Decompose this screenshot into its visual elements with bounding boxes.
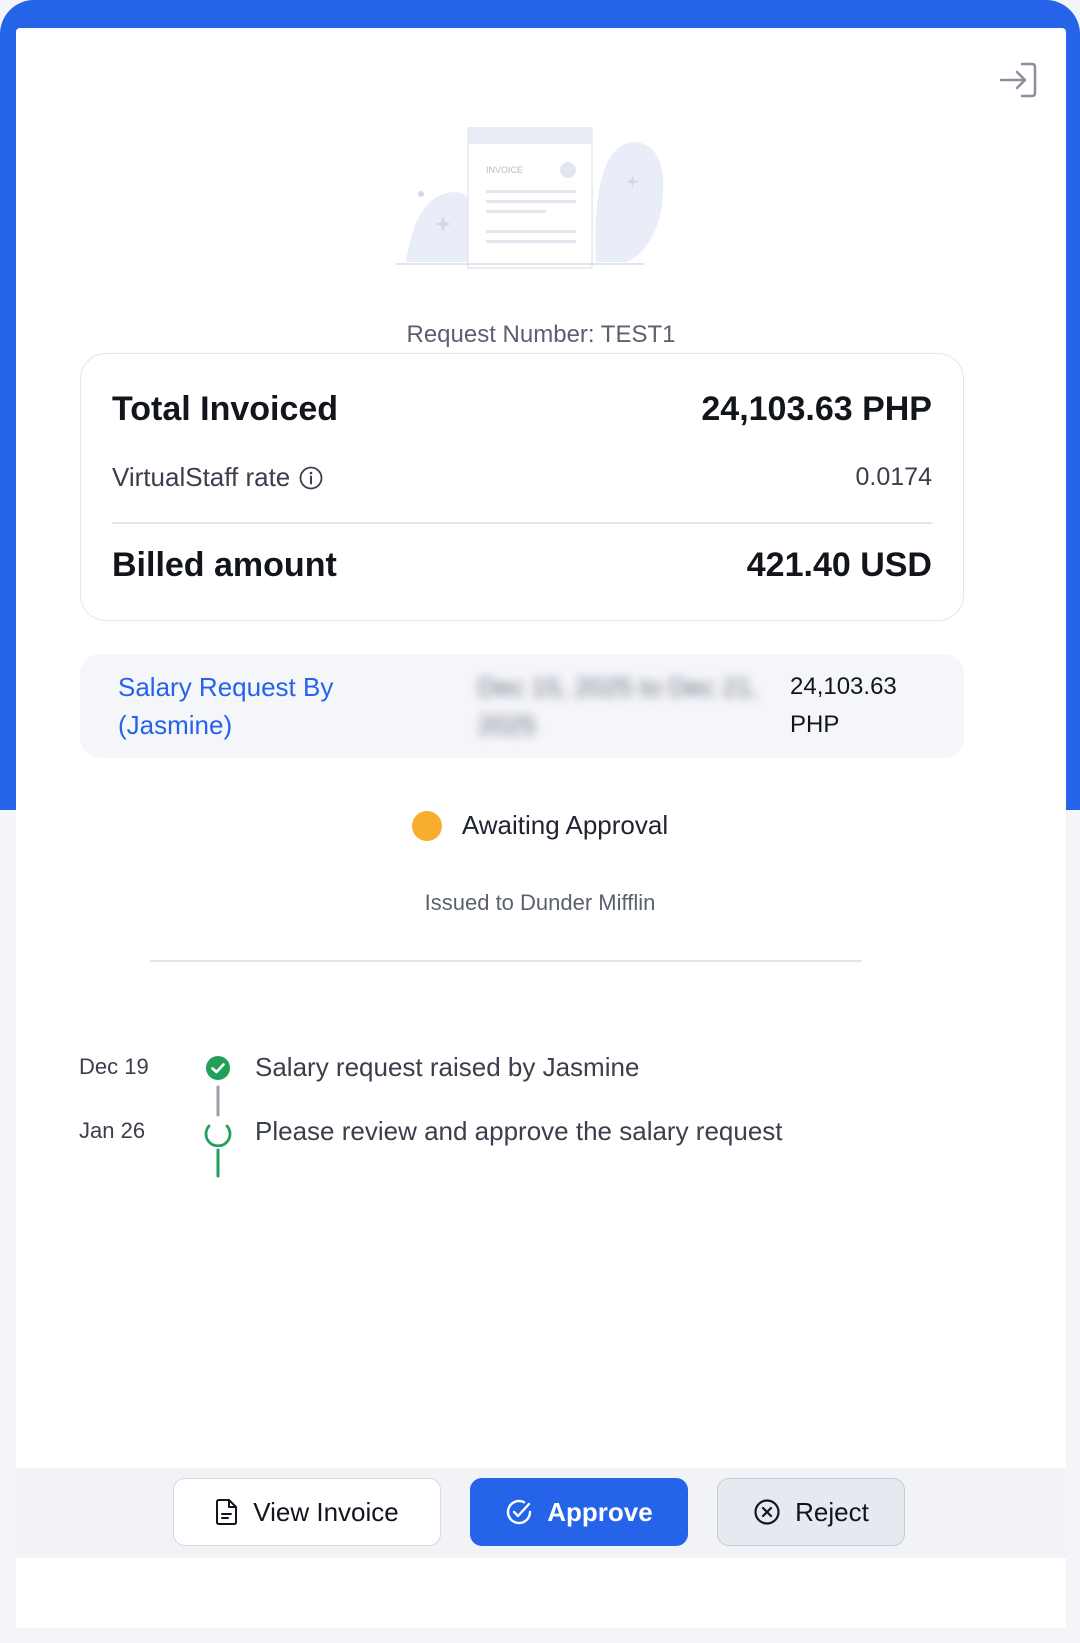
reject-button[interactable]: Reject bbox=[717, 1478, 905, 1546]
invoice-illustration: INVOICE bbox=[396, 127, 664, 269]
invoice-summary-card: Total Invoiced 24,103.63 PHP VirtualStaf… bbox=[80, 353, 964, 621]
status-dot-icon bbox=[411, 810, 442, 841]
document-icon bbox=[216, 1499, 238, 1525]
salary-amount: 24,103.63 PHP bbox=[790, 673, 897, 738]
salary-period: Dec 15, 2025 to Dec 21, 2025 bbox=[478, 672, 759, 740]
salary-request-link[interactable]: Salary Request By (Jasmine) bbox=[118, 668, 418, 744]
check-circle-icon bbox=[206, 1056, 230, 1080]
loading-circle-icon bbox=[204, 1124, 232, 1147]
issued-to-text: Issued to Dunder Mifflin bbox=[424, 890, 656, 915]
info-icon[interactable] bbox=[298, 465, 324, 491]
timeline-date-1: Dec 19 bbox=[79, 1054, 149, 1079]
rate-label-group: VirtualStaff rate bbox=[112, 462, 324, 493]
request-number: Request Number: TEST1 bbox=[406, 321, 676, 348]
approve-check-icon bbox=[507, 1499, 532, 1525]
salary-request-card: Salary Request By (Jasmine) Dec 15, 2025… bbox=[80, 654, 964, 758]
reject-x-icon bbox=[754, 1499, 780, 1525]
exit-icon[interactable] bbox=[996, 58, 1040, 102]
approve-button[interactable]: Approve bbox=[470, 1478, 688, 1546]
total-invoiced-value: 24,103.63 PHP bbox=[701, 390, 932, 428]
view-invoice-label: View Invoice bbox=[253, 1496, 399, 1527]
reject-label: Reject bbox=[795, 1496, 869, 1527]
invoice-illustration-label: INVOICE bbox=[486, 165, 523, 175]
billed-amount-row: Billed amount 421.40 USD bbox=[112, 546, 932, 585]
total-invoiced-label: Total Invoiced bbox=[112, 390, 339, 428]
timeline-date-2: Jan 26 bbox=[79, 1118, 146, 1143]
rate-label: VirtualStaff rate bbox=[112, 462, 291, 492]
timeline-connector-2 bbox=[216, 1148, 220, 1178]
status-text: Awaiting Approval bbox=[461, 810, 669, 840]
total-invoiced-row: Total Invoiced 24,103.63 PHP bbox=[112, 390, 932, 429]
billed-amount-value: 421.40 USD bbox=[746, 546, 932, 584]
rate-value: 0.0174 bbox=[855, 463, 932, 491]
summary-divider bbox=[112, 522, 932, 524]
rate-row: VirtualStaff rate 0.0174 bbox=[112, 462, 932, 493]
billed-amount-label: Billed amount bbox=[112, 546, 337, 584]
view-invoice-button[interactable]: View Invoice bbox=[173, 1478, 441, 1546]
approve-label: Approve bbox=[547, 1496, 653, 1527]
approval-status: Awaiting Approval bbox=[0, 810, 1080, 841]
section-divider bbox=[150, 960, 862, 962]
timeline-text-2: Please review and approve the salary req… bbox=[255, 1116, 783, 1146]
timeline-connector-1 bbox=[216, 1085, 220, 1117]
timeline-text-1: Salary request raised by Jasmine bbox=[255, 1052, 640, 1082]
